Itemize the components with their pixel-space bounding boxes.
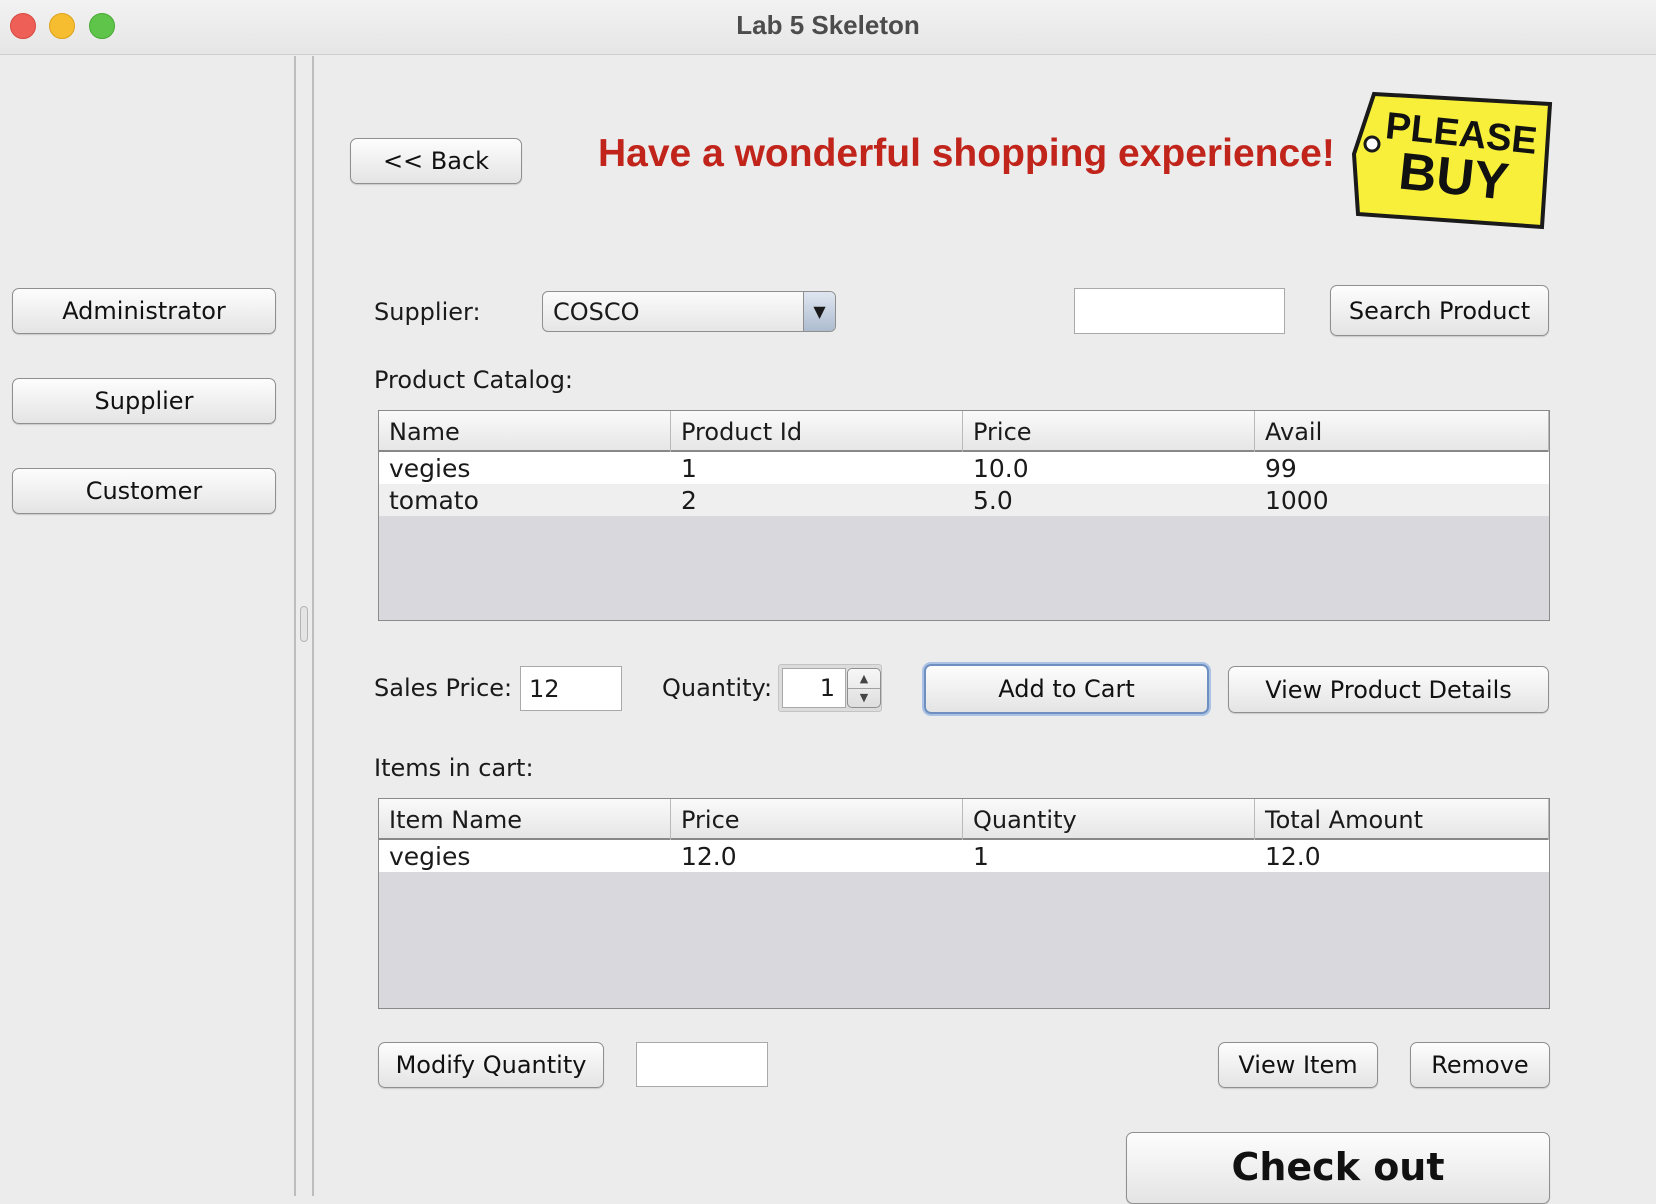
table-row[interactable]: vegies 12.0 1 12.0 [379,840,1549,872]
column-header-product-id[interactable]: Product Id [671,411,963,452]
back-button[interactable]: << Back [350,138,522,184]
column-header-quantity[interactable]: Quantity [963,799,1255,840]
supplier-selected-value: COSCO [553,298,640,326]
table-cell: 1 [973,841,989,871]
quantity-value: 1 [819,674,835,702]
window-title: Lab 5 Skeleton [736,10,920,40]
add-to-cart-button[interactable]: Add to Cart [924,664,1209,714]
table-cell: 12.0 [681,841,737,871]
stepper-down-icon[interactable]: ▼ [848,689,880,708]
table-row[interactable]: vegies 1 10.0 99 [379,452,1549,484]
please-buy-logo: PLEASE BUY [1351,91,1553,230]
modify-quantity-button[interactable]: Modify Quantity [378,1042,604,1088]
sidebar-item-supplier[interactable]: Supplier [12,378,276,424]
sidebar-item-customer[interactable]: Customer [12,468,276,514]
product-catalog-table[interactable]: Name Product Id Price Avail vegies 1 10.… [378,410,1550,621]
product-catalog-label: Product Catalog: [374,366,574,394]
modify-quantity-input[interactable] [636,1042,768,1087]
column-header-price[interactable]: Price [963,411,1255,452]
column-header-name[interactable]: Name [379,411,671,452]
logo-text-line2: BUY [1396,143,1511,212]
table-cell: vegies [389,453,471,483]
title-bar: Lab 5 Skeleton [0,0,1656,55]
stepper-arrows: ▲ ▼ [847,668,881,708]
table-cell: 5.0 [973,485,1013,515]
table-cell: 1 [681,453,697,483]
column-header-price[interactable]: Price [671,799,963,840]
table-cell: vegies [389,841,471,871]
table-cell: 12.0 [1265,841,1321,871]
check-out-button[interactable]: Check out [1126,1132,1550,1204]
quantity-label: Quantity: [662,674,773,702]
view-product-details-button[interactable]: View Product Details [1228,666,1549,713]
stepper-up-icon[interactable]: ▲ [848,669,880,689]
quantity-stepper[interactable]: 1 ▲ ▼ [778,664,882,712]
table-cell: 2 [681,485,697,515]
column-header-item-name[interactable]: Item Name [379,799,671,840]
supplier-label: Supplier: [374,298,481,326]
table-cell: tomato [389,485,479,515]
sidebar-item-administrator[interactable]: Administrator [12,288,276,334]
table-row[interactable]: tomato 2 5.0 1000 [379,484,1549,516]
items-in-cart-label: Items in cart: [374,754,534,782]
table-cell: 10.0 [973,453,1029,483]
chevron-down-icon[interactable]: ▼ [803,292,835,331]
view-item-button[interactable]: View Item [1218,1042,1378,1088]
cart-table[interactable]: Item Name Price Quantity Total Amount ve… [378,798,1550,1009]
column-header-total-amount[interactable]: Total Amount [1255,799,1549,840]
sales-price-input[interactable]: 12 [520,666,622,711]
table-header: Name Product Id Price Avail [379,411,1549,452]
supplier-combobox[interactable]: COSCO ▼ [542,291,836,332]
table-cell: 99 [1265,453,1297,483]
search-product-button[interactable]: Search Product [1330,285,1549,336]
remove-button[interactable]: Remove [1410,1042,1550,1088]
column-header-avail[interactable]: Avail [1255,411,1549,452]
welcome-banner: Have a wonderful shopping experience! [598,132,1335,175]
table-cell: 1000 [1265,485,1329,515]
sales-price-label: Sales Price: [374,674,513,702]
divider-grip[interactable] [300,606,308,642]
table-header: Item Name Price Quantity Total Amount [379,799,1549,840]
sidebar [0,56,294,1196]
quantity-input[interactable]: 1 [782,668,846,708]
search-input[interactable] [1074,288,1285,334]
split-pane-divider[interactable] [294,56,314,1196]
